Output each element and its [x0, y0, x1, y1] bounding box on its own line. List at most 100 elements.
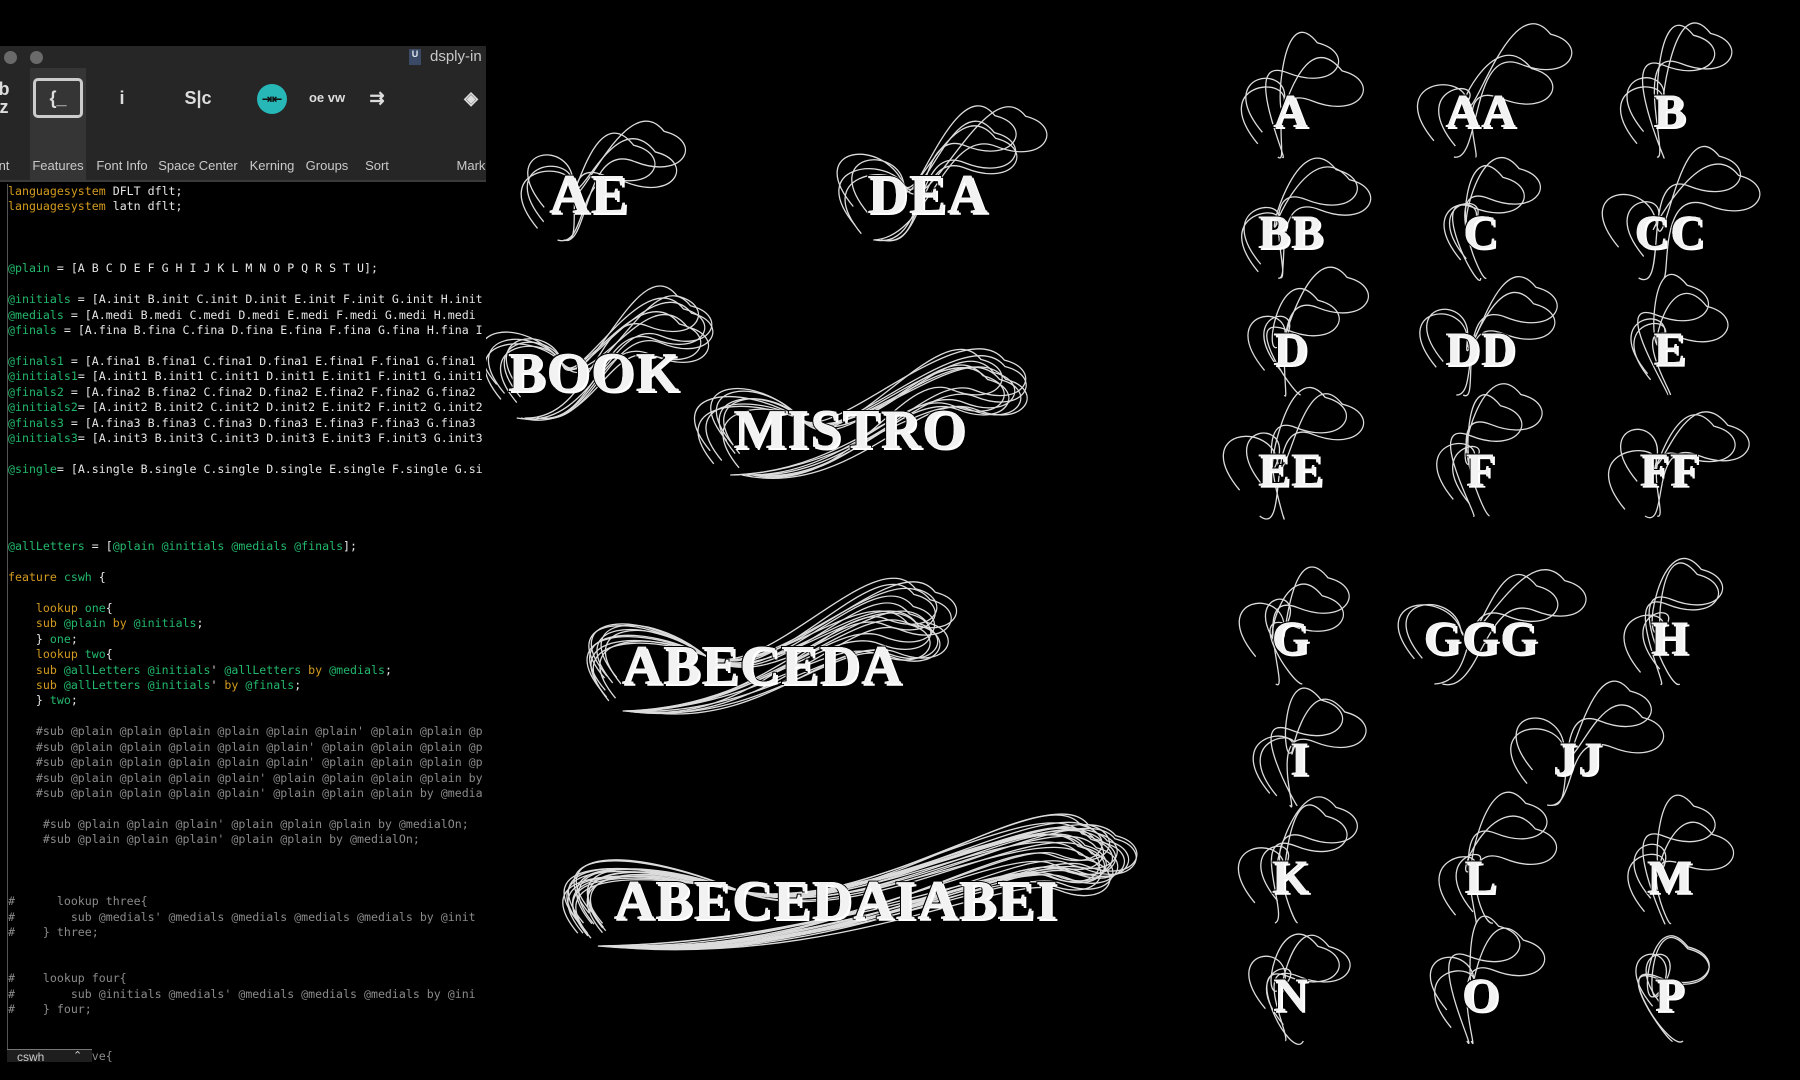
code-token: @initials2: [8, 400, 78, 415]
code-line: feature cswh {: [8, 570, 486, 585]
display-glyph: GGG: [1422, 612, 1539, 665]
code-token: # } three;: [8, 925, 99, 939]
feature-popup-value: cswh: [17, 1050, 45, 1062]
code-token: {: [105, 600, 113, 615]
code-line: @finals2 = [A.fina2 B.fina2 C.fina2 D.fi…: [8, 385, 486, 400]
code-line: @initials = [A.init B.init C.init D.init…: [8, 292, 486, 307]
code-token: sub: [8, 616, 57, 631]
features-braces-icon: {_: [33, 78, 83, 118]
code-token: ];: [343, 539, 358, 554]
code-token: sub: [8, 678, 57, 692]
toolbar-groups-button[interactable]: oe vw Groups: [302, 68, 352, 180]
code-token: = [A.fina B.fina C.fina D.fina E.fina F.…: [56, 322, 483, 337]
code-token: @allLetters @initials: [56, 662, 211, 677]
code-token: #sub @plain @plain @plain' @plain @plain…: [8, 832, 420, 847]
code-token: = [A.init2 B.init2 C.init2 D.init2 E.ini…: [77, 400, 483, 415]
toolbar-nt-button[interactable]: b z nt: [0, 68, 22, 180]
minimize-button[interactable]: [30, 51, 43, 64]
bold-z-icon: b z: [0, 79, 10, 117]
display-glyph: CC: [1633, 206, 1706, 259]
code-token: @medials: [322, 662, 385, 677]
display-glyph: I: [1289, 733, 1310, 786]
code-line: lookup one{: [8, 601, 486, 616]
code-token: by: [301, 662, 323, 677]
code-token: @allLetters: [8, 539, 85, 554]
code-line: #sub @plain @plain @plain' @plain @plain…: [8, 832, 486, 847]
code-line: @initials3= [A.init3 B.init3 C.init3 D.i…: [8, 431, 486, 446]
feature-code-editor[interactable]: languagesystem DFLT dflt; languagesystem …: [7, 184, 486, 1062]
code-token: one: [49, 631, 71, 646]
code-line: #sub @plain @plain @plain @plain' @plain…: [8, 786, 486, 801]
code-token: @plain: [56, 616, 106, 631]
toolbar-mark-button[interactable]: ◈ Mark: [440, 68, 486, 180]
feature-popup[interactable]: cswh ⌃: [7, 1049, 92, 1062]
code-line: sub @allLetters @initials' by @finals;: [8, 678, 486, 693]
code-token: @single: [8, 461, 57, 476]
code-token: = [A.medi B.medi C.medi D.medi E.medi F.…: [63, 307, 476, 322]
features-editor-window: U dsply-in b z nt {_ Features i Font Info S|c S…: [0, 46, 486, 1062]
code-line: @initials2= [A.init2 B.init2 C.init2 D.i…: [8, 400, 486, 415]
code-token: # sub @initials @medials' @medials @medi…: [8, 986, 476, 1001]
code-token: @plain @initials @medials @finals: [112, 539, 344, 554]
code-token: # lookup three{: [8, 894, 148, 909]
display-word: ABECEDA: [621, 635, 903, 697]
toolbar-font-info-button[interactable]: i Font Info: [90, 68, 154, 180]
code-line: #sub @plain @plain @plain @plain @plain …: [8, 724, 486, 739]
display-glyph: M: [1646, 851, 1694, 904]
code-line: @allLetters = [@plain @initials @medials…: [8, 539, 486, 554]
toolbar-features-button[interactable]: {_ Features: [30, 68, 86, 180]
code-token: @finals2: [8, 384, 64, 399]
code-token: #sub @plain @plain @plain @plain @plain'…: [8, 755, 483, 770]
display-glyph: DD: [1444, 323, 1517, 376]
code-token: = [A.fina3 B.fina3 C.fina3 D.fina3 E.fin…: [63, 415, 476, 430]
code-token: ;: [294, 678, 302, 692]
display-glyph: K: [1271, 851, 1311, 904]
code-line: languagesystem DFLT dflt;: [8, 184, 486, 199]
display-glyph: O: [1461, 969, 1501, 1022]
code-line: #sub @plain @plain @plain @plain @plain'…: [8, 755, 486, 770]
code-token: @plain: [8, 261, 50, 276]
code-token: {: [91, 569, 106, 584]
code-line: } two;: [8, 693, 486, 708]
code-token: # lookup four{: [8, 971, 127, 986]
display-glyph: D: [1272, 323, 1309, 376]
toolbar-kerning-button[interactable]: ⇥⇤ Kerning: [244, 68, 300, 180]
toolbar-sort-button[interactable]: ⇉ Sort: [352, 68, 402, 180]
toolbar-space-center-button[interactable]: S|c Space Center: [150, 68, 246, 180]
display-glyph: FF: [1639, 444, 1701, 497]
code-token: ;: [70, 631, 78, 646]
code-line: #sub @plain @plain @plain @plain @plain'…: [8, 740, 486, 755]
display-glyph: A: [1272, 85, 1309, 138]
code-token: one: [77, 600, 106, 615]
close-button[interactable]: [4, 51, 17, 64]
code-token: #sub @plain @plain @plain @plain @plain …: [8, 724, 483, 739]
code-token: cswh: [56, 569, 92, 584]
code-token: feature: [8, 569, 57, 584]
chevron-updown-icon: ⌃: [73, 1050, 83, 1062]
code-line: } one;: [8, 632, 486, 647]
code-token: latn dflt;: [105, 199, 183, 214]
code-line: #sub @plain @plain @plain @plain' @plain…: [8, 771, 486, 786]
toolbar-label: Kerning: [249, 158, 295, 173]
groups-icon: oe vw: [308, 90, 346, 105]
code-line: @plain = [A B C D E F G H I J K L M N O …: [8, 261, 486, 276]
code-token: = [A.init1 B.init1 C.init1 D.init1 E.ini…: [77, 369, 483, 384]
code-token: @initials3: [8, 431, 78, 445]
code-token: lookup: [8, 647, 78, 662]
code-token: ': [210, 678, 225, 692]
code-line: # sub @medials' @medials @medials @media…: [8, 910, 486, 925]
glyph-preview: AE DEA BOOK MISTRO ABECEDA ABECEDAIABEI A AA B BB…: [486, 0, 1800, 1080]
display-glyph: AA: [1444, 85, 1517, 138]
code-token: ;: [196, 616, 204, 631]
